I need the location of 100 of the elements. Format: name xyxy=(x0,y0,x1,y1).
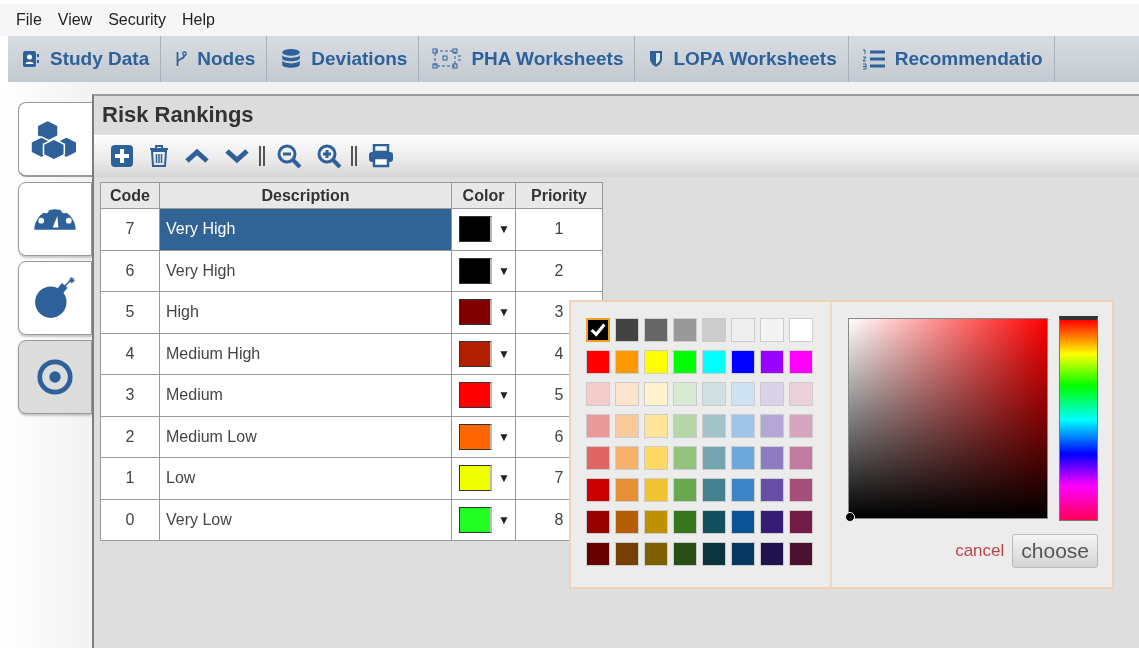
table-cell[interactable]: Low xyxy=(159,457,452,499)
palette-swatch[interactable] xyxy=(586,414,610,438)
palette-swatch[interactable] xyxy=(760,510,784,534)
table-cell[interactable]: Medium High xyxy=(159,333,452,375)
palette-swatch[interactable] xyxy=(702,382,726,406)
palette-swatch[interactable] xyxy=(644,446,668,470)
palette-swatch[interactable] xyxy=(586,478,610,502)
palette-swatch[interactable] xyxy=(789,478,813,502)
cancel-link[interactable]: cancel xyxy=(955,541,1005,561)
table-cell[interactable]: Very High xyxy=(159,208,452,250)
table-cell[interactable]: Very High xyxy=(159,250,452,292)
palette-swatch[interactable] xyxy=(644,542,668,566)
palette-swatch[interactable] xyxy=(615,542,639,566)
side-tab[interactable] xyxy=(18,340,92,414)
palette-swatch[interactable] xyxy=(789,382,813,406)
palette-swatch[interactable] xyxy=(760,446,784,470)
palette-swatch[interactable] xyxy=(673,414,697,438)
hue-slider-drawing[interactable] xyxy=(1059,316,1098,521)
color-swatch[interactable] xyxy=(459,506,492,533)
menu-item[interactable]: Security xyxy=(100,11,174,29)
palette-swatch[interactable] xyxy=(702,510,726,534)
color-swatch[interactable] xyxy=(459,465,492,492)
palette-swatch[interactable] xyxy=(789,510,813,534)
palette-swatch[interactable] xyxy=(702,350,726,374)
palette-swatch[interactable] xyxy=(760,542,784,566)
palette-swatch[interactable] xyxy=(673,318,697,342)
palette-swatch[interactable] xyxy=(760,318,784,342)
palette-swatch[interactable] xyxy=(731,542,755,566)
palette-swatch[interactable] xyxy=(731,350,755,374)
palette-swatch[interactable] xyxy=(731,446,755,470)
dropdown-arrow[interactable]: ▼ xyxy=(498,263,510,278)
palette-swatch[interactable] xyxy=(760,478,784,502)
dropdown-arrow[interactable]: ▼ xyxy=(498,512,510,527)
color-swatch[interactable] xyxy=(459,423,492,450)
palette-swatch[interactable] xyxy=(789,318,813,342)
menu-item[interactable]: View xyxy=(49,11,101,29)
palette-swatch[interactable] xyxy=(702,318,726,342)
menu-item[interactable]: File xyxy=(8,11,50,29)
palette-swatch[interactable] xyxy=(615,414,639,438)
palette-swatch[interactable] xyxy=(615,478,639,502)
picker-handle[interactable] xyxy=(845,512,855,522)
palette-swatch[interactable] xyxy=(702,446,726,470)
dropdown-arrow[interactable]: ▼ xyxy=(498,222,510,237)
side-tab[interactable] xyxy=(18,261,92,335)
table-cell[interactable]: Medium xyxy=(159,374,452,416)
side-tab[interactable] xyxy=(18,182,92,256)
color-swatch[interactable] xyxy=(459,340,492,367)
side-tab[interactable] xyxy=(18,102,92,177)
palette-swatch[interactable] xyxy=(673,478,697,502)
menu-item[interactable]: Help xyxy=(173,11,223,29)
choose-button[interactable]: choose xyxy=(1012,534,1098,568)
palette-swatch[interactable] xyxy=(673,350,697,374)
dropdown-arrow[interactable]: ▼ xyxy=(498,346,510,361)
palette-swatch[interactable] xyxy=(586,350,610,374)
palette-swatch[interactable] xyxy=(644,350,668,374)
palette-swatch[interactable] xyxy=(731,318,755,342)
palette-swatch[interactable] xyxy=(760,414,784,438)
palette-swatch[interactable] xyxy=(789,414,813,438)
table-cell[interactable]: Very Low xyxy=(159,499,452,541)
palette-swatch[interactable] xyxy=(731,478,755,502)
palette-swatch[interactable] xyxy=(644,414,668,438)
palette-swatch[interactable] xyxy=(731,382,755,406)
palette-swatch[interactable] xyxy=(586,510,610,534)
palette-swatch[interactable] xyxy=(702,414,726,438)
palette-swatch[interactable] xyxy=(789,446,813,470)
palette-swatch[interactable] xyxy=(673,382,697,406)
palette-swatch[interactable] xyxy=(644,510,668,534)
dropdown-arrow[interactable]: ▼ xyxy=(498,305,510,320)
palette-swatch[interactable] xyxy=(673,542,697,566)
color-swatch[interactable] xyxy=(459,216,492,243)
dropdown-arrow[interactable]: ▼ xyxy=(498,429,510,444)
palette-swatch[interactable] xyxy=(586,446,610,470)
palette-swatch[interactable] xyxy=(586,318,610,342)
palette-swatch[interactable] xyxy=(644,318,668,342)
table-cell[interactable]: Medium Low xyxy=(159,416,452,458)
palette-swatch[interactable] xyxy=(615,318,639,342)
palette-swatch[interactable] xyxy=(731,510,755,534)
palette-swatch[interactable] xyxy=(644,382,668,406)
palette-swatch[interactable] xyxy=(615,350,639,374)
palette-swatch[interactable] xyxy=(789,542,813,566)
palette-swatch[interactable] xyxy=(586,542,610,566)
palette-swatch[interactable] xyxy=(702,478,726,502)
palette-swatch[interactable] xyxy=(760,382,784,406)
palette-swatch[interactable] xyxy=(702,542,726,566)
palette-swatch[interactable] xyxy=(760,350,784,374)
palette-swatch[interactable] xyxy=(673,510,697,534)
saturation-gradient-drawing[interactable] xyxy=(848,318,1048,519)
palette-swatch[interactable] xyxy=(615,510,639,534)
palette-swatch[interactable] xyxy=(644,478,668,502)
dropdown-arrow[interactable]: ▼ xyxy=(498,388,510,403)
palette-swatch[interactable] xyxy=(731,414,755,438)
palette-swatch[interactable] xyxy=(789,350,813,374)
palette-swatch[interactable] xyxy=(673,446,697,470)
palette-swatch[interactable] xyxy=(615,446,639,470)
palette-swatch[interactable] xyxy=(615,382,639,406)
palette-swatch[interactable] xyxy=(586,382,610,406)
color-swatch[interactable] xyxy=(459,299,492,326)
color-swatch[interactable] xyxy=(459,382,492,409)
dropdown-arrow[interactable]: ▼ xyxy=(498,471,510,486)
color-swatch[interactable] xyxy=(459,257,492,284)
